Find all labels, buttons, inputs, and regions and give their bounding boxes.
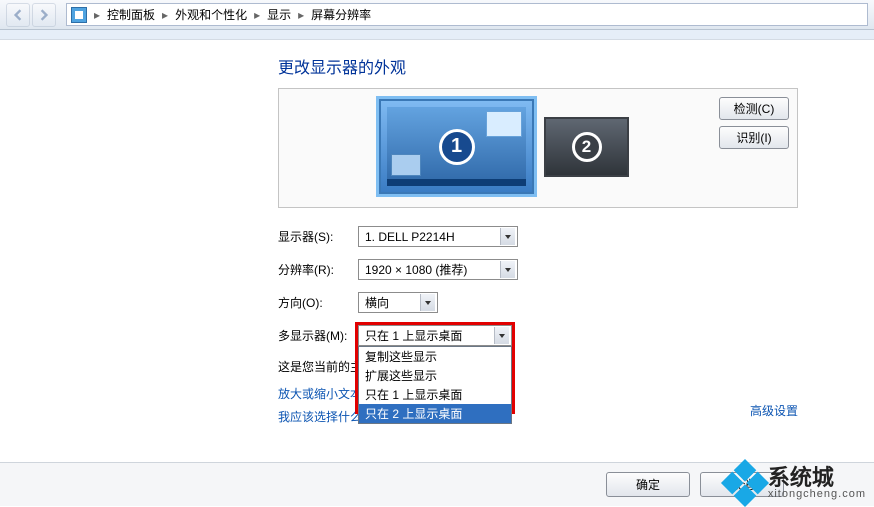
display-label: 显示器(S):	[278, 228, 358, 245]
resolution-row: 分辨率(R): 1920 × 1080 (推荐)	[278, 259, 798, 280]
breadcrumb-item[interactable]: 显示	[263, 4, 295, 25]
monitor-1[interactable]: 1	[379, 99, 534, 194]
multi-display-options: 复制这些显示 扩展这些显示 只在 1 上显示桌面 只在 2 上显示桌面	[358, 346, 512, 424]
page-title: 更改显示器的外观	[278, 54, 874, 78]
settings-form: 显示器(S): 1. DELL P2214H 分辨率(R): 1920 × 10…	[278, 226, 798, 431]
toolbar-stripe	[0, 30, 874, 40]
resolution-label: 分辨率(R):	[278, 261, 358, 278]
chevron-right-icon: ▸	[159, 8, 171, 22]
monitor-number-badge: 2	[572, 132, 602, 162]
window-thumb-icon	[391, 154, 421, 176]
chevron-right-icon: ▸	[295, 8, 307, 22]
orientation-label: 方向(O):	[278, 294, 358, 311]
monitor-number-badge: 1	[439, 129, 475, 165]
dropdown-option[interactable]: 只在 1 上显示桌面	[359, 385, 511, 404]
window-thumb-icon	[486, 111, 522, 137]
dropdown-option[interactable]: 复制这些显示	[359, 347, 511, 366]
breadcrumb-item[interactable]: 屏幕分辨率	[307, 4, 375, 25]
nav-buttons	[0, 0, 64, 29]
advanced-settings-link[interactable]: 高级设置	[750, 402, 798, 419]
multi-display-row: 多显示器(M): 只在 1 上显示桌面 复制这些显示 扩展这些显示 只在 1 上…	[278, 325, 798, 346]
orientation-dropdown[interactable]: 横向	[358, 292, 438, 313]
back-button[interactable]	[6, 3, 30, 27]
identify-button[interactable]: 识别(I)	[719, 126, 789, 149]
monitor-layout[interactable]: 1 2	[379, 99, 629, 194]
dropdown-value: 1920 × 1080 (推荐)	[365, 261, 500, 278]
breadcrumb-item[interactable]: 控制面板	[103, 4, 159, 25]
orientation-row: 方向(O): 横向	[278, 292, 798, 313]
display-preview: 1 2 检测(C) 识别(I)	[278, 88, 798, 208]
chevron-down-icon	[420, 294, 435, 311]
chevron-down-icon	[494, 327, 509, 344]
dropdown-option-selected[interactable]: 只在 2 上显示桌面	[359, 404, 511, 423]
address-bar: ▸ 控制面板 ▸ 外观和个性化 ▸ 显示 ▸ 屏幕分辨率	[0, 0, 874, 30]
breadcrumb-item[interactable]: 外观和个性化	[171, 4, 251, 25]
chevron-down-icon	[500, 261, 515, 278]
multi-display-label: 多显示器(M):	[278, 327, 358, 344]
ok-button[interactable]: 确定	[606, 472, 690, 497]
display-row: 显示器(S): 1. DELL P2214H	[278, 226, 798, 247]
cancel-button[interactable]: 取消	[700, 472, 784, 497]
dropdown-value: 1. DELL P2214H	[365, 230, 500, 244]
display-dropdown[interactable]: 1. DELL P2214H	[358, 226, 518, 247]
forward-button[interactable]	[32, 3, 56, 27]
main-content: 更改显示器的外观 1 2 检测(C) 识别(I) 显示器(S): 1. DELL…	[0, 40, 874, 431]
dropdown-value: 只在 1 上显示桌面	[365, 327, 494, 344]
dropdown-option[interactable]: 扩展这些显示	[359, 366, 511, 385]
detect-button[interactable]: 检测(C)	[719, 97, 789, 120]
arrow-left-icon	[12, 9, 24, 21]
dialog-footer: 确定 取消	[0, 462, 874, 506]
resolution-dropdown[interactable]: 1920 × 1080 (推荐)	[358, 259, 518, 280]
taskbar-icon	[387, 179, 526, 186]
breadcrumb[interactable]: ▸ 控制面板 ▸ 外观和个性化 ▸ 显示 ▸ 屏幕分辨率	[66, 3, 868, 26]
dropdown-value: 横向	[365, 294, 420, 311]
chevron-right-icon: ▸	[251, 8, 263, 22]
control-panel-icon	[71, 7, 87, 23]
main-display-note: 这是您当前的主	[278, 358, 798, 375]
multi-display-dropdown[interactable]: 只在 1 上显示桌面	[358, 325, 512, 346]
chevron-down-icon	[500, 228, 515, 245]
arrow-right-icon	[38, 9, 50, 21]
monitor-2[interactable]: 2	[544, 117, 629, 177]
chevron-right-icon: ▸	[91, 8, 103, 22]
text-size-link[interactable]: 放大或缩小文本	[278, 385, 362, 402]
